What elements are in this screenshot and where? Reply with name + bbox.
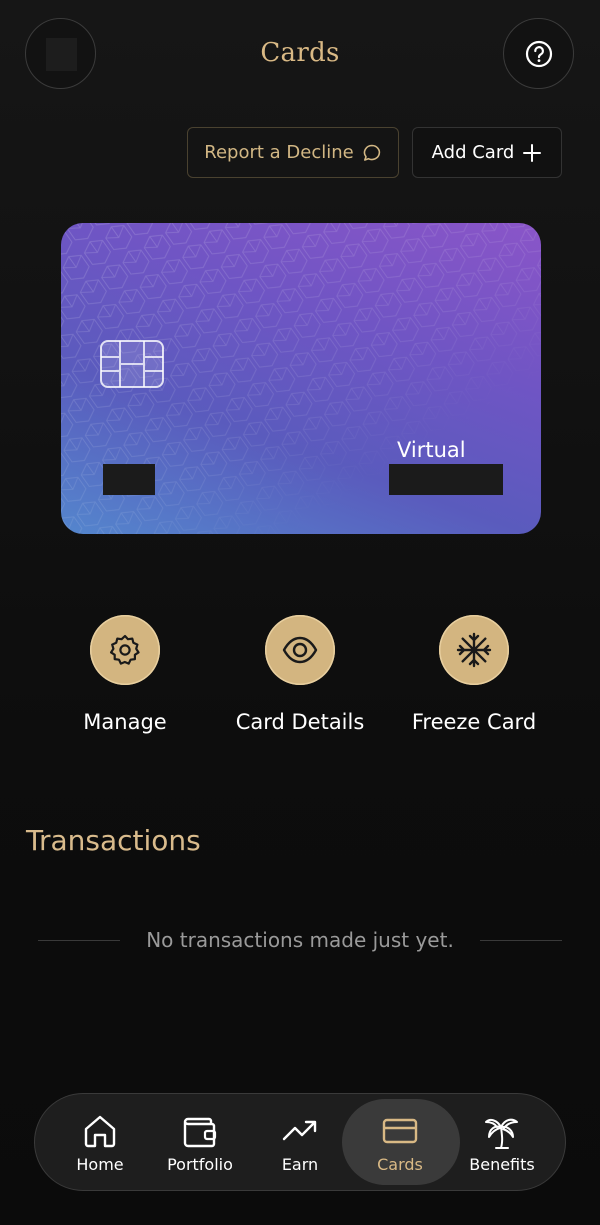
transactions-empty-state: No transactions made just yet. bbox=[38, 925, 563, 955]
nav-portfolio-label: Portfolio bbox=[167, 1155, 233, 1174]
help-button[interactable] bbox=[503, 18, 574, 89]
card-redacted-right bbox=[389, 464, 503, 495]
credit-card-icon bbox=[382, 1118, 418, 1144]
top-bar: Cards bbox=[0, 0, 600, 110]
home-icon bbox=[84, 1115, 116, 1148]
manage-circle[interactable] bbox=[90, 615, 160, 685]
nav-benefits-label: Benefits bbox=[469, 1155, 535, 1174]
palm-tree-icon bbox=[485, 1118, 518, 1149]
chat-bubble-icon bbox=[363, 144, 380, 161]
virtual-card[interactable]: Virtual bbox=[61, 223, 541, 534]
nav-cards-label: Cards bbox=[377, 1155, 423, 1174]
card-type-label: Virtual bbox=[397, 438, 466, 462]
empty-message: No transactions made just yet. bbox=[146, 928, 454, 952]
gear-icon bbox=[110, 634, 140, 665]
card-details-action[interactable]: Card Details bbox=[215, 615, 385, 734]
manage-action[interactable]: Manage bbox=[40, 615, 210, 734]
manage-label: Manage bbox=[83, 710, 167, 734]
trending-up-icon bbox=[282, 1120, 317, 1141]
card-details-label: Card Details bbox=[235, 710, 365, 734]
transactions-title: Transactions bbox=[26, 824, 201, 857]
eye-icon bbox=[282, 636, 318, 664]
bottom-nav: Home Portfolio Earn Cards Benefits bbox=[34, 1093, 566, 1191]
divider-right bbox=[479, 939, 563, 941]
add-card-button[interactable]: Add Card bbox=[412, 127, 562, 178]
wallet-icon bbox=[183, 1117, 217, 1148]
nav-home[interactable]: Home bbox=[45, 1094, 155, 1189]
card-chip-icon bbox=[100, 340, 164, 388]
snowflake-icon bbox=[456, 632, 492, 668]
card-details-circle[interactable] bbox=[265, 615, 335, 685]
card-redacted-left bbox=[103, 464, 155, 495]
nav-benefits[interactable]: Benefits bbox=[447, 1094, 557, 1189]
question-circle-icon bbox=[525, 40, 552, 67]
nav-earn[interactable]: Earn bbox=[245, 1094, 355, 1189]
report-decline-label: Report a Decline bbox=[204, 142, 354, 163]
freeze-card-action[interactable]: Freeze Card bbox=[389, 615, 559, 734]
nav-portfolio[interactable]: Portfolio bbox=[145, 1094, 255, 1189]
nav-cards[interactable]: Cards bbox=[345, 1094, 455, 1189]
freeze-card-circle[interactable] bbox=[439, 615, 509, 685]
freeze-card-label: Freeze Card bbox=[411, 710, 537, 734]
nav-earn-label: Earn bbox=[281, 1155, 319, 1174]
report-decline-button[interactable]: Report a Decline bbox=[187, 127, 399, 178]
plus-icon bbox=[523, 143, 542, 162]
nav-home-label: Home bbox=[76, 1155, 124, 1174]
add-card-label: Add Card bbox=[431, 142, 515, 163]
divider-left bbox=[38, 939, 121, 941]
